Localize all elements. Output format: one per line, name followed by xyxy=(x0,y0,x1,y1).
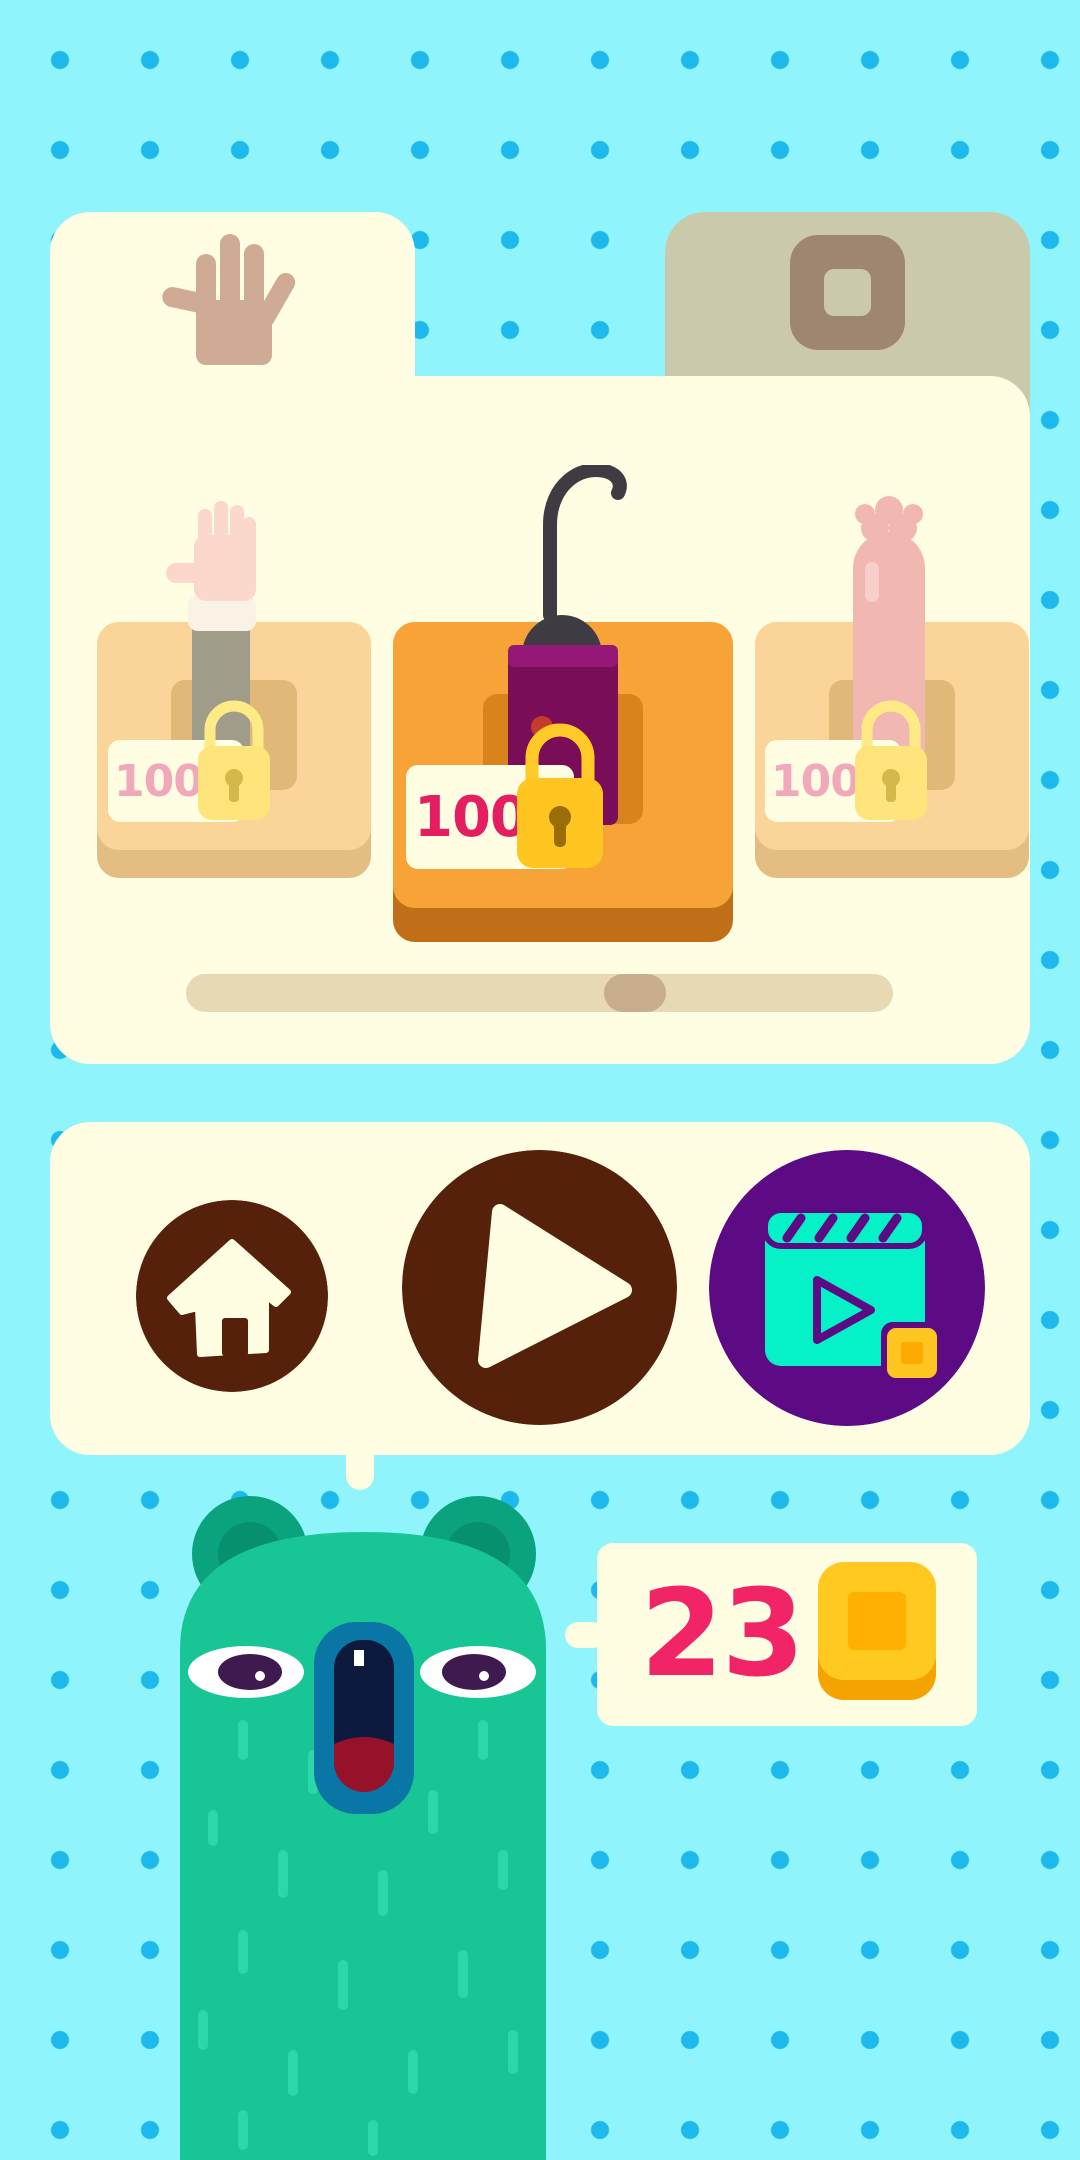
lock-icon xyxy=(855,700,927,820)
watch-video-button[interactable] xyxy=(709,1150,985,1426)
coin-icon xyxy=(818,1562,936,1700)
coin-count: 23 xyxy=(640,1565,805,1704)
lock-icon xyxy=(517,723,603,868)
stop-square-icon xyxy=(790,235,905,350)
home-button[interactable] xyxy=(136,1200,328,1392)
shop-scrollbar[interactable] xyxy=(186,974,893,1012)
item-price: 100 xyxy=(114,755,204,807)
speech-bubble-tail xyxy=(346,1440,374,1490)
green-bear-character xyxy=(180,1496,546,2160)
shop-scrollbar-thumb[interactable] xyxy=(604,974,666,1012)
item-price: 100 xyxy=(414,784,529,850)
coin-icon xyxy=(881,1322,943,1384)
lock-icon xyxy=(198,700,270,820)
hand-icon xyxy=(162,234,296,365)
play-button[interactable] xyxy=(402,1150,677,1425)
item-price: 100 xyxy=(771,755,861,807)
